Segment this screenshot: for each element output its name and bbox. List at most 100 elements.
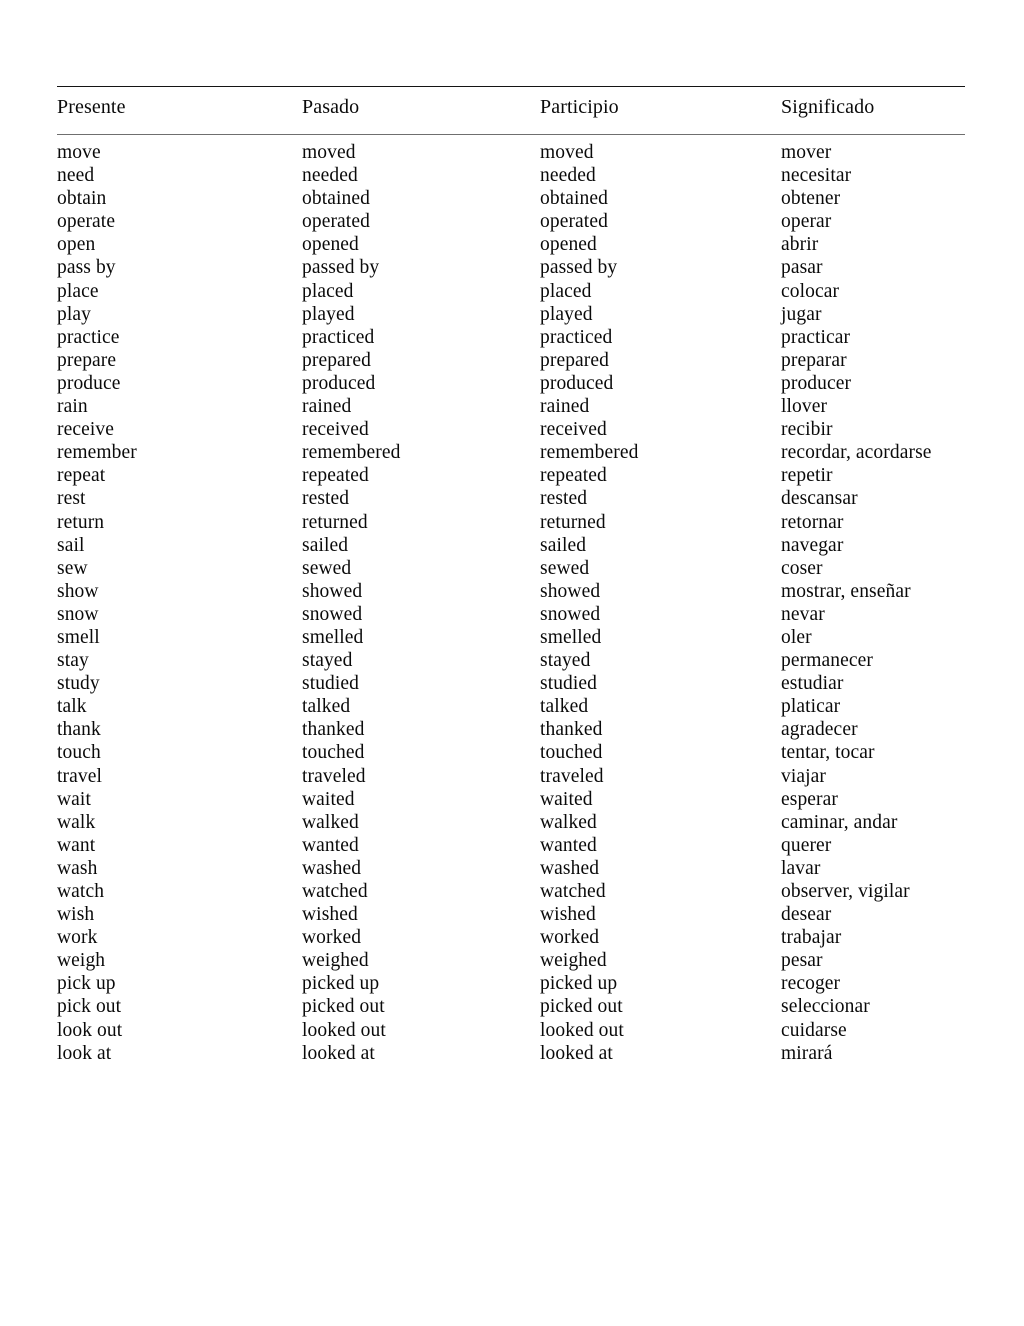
verb-meaning: oler [781,626,812,648]
verb-present: remember [57,442,137,464]
verb-present: obtain [57,188,107,210]
table-row: return returned returned retornar [57,511,965,534]
verb-past: returned [302,511,368,533]
verb-participle: worked [540,927,600,949]
verb-meaning: mirará [781,1042,833,1064]
table-row: show showed showed mostrar, enseñar [57,580,965,603]
verb-meaning: recoger [781,973,841,995]
table-row: play played played jugar [57,303,965,326]
table-row: talk talked talked platicar [57,695,965,718]
verb-meaning: seleccionar [781,996,870,1018]
verb-present: touch [57,742,101,764]
table-header-row: Presente Pasado Participio Significado [57,87,965,134]
verb-present: smell [57,626,100,648]
verb-participle: rested [540,488,588,510]
verb-meaning: querer [781,834,832,856]
verb-past: snowed [302,603,363,625]
table-row: rest rested rested descansar [57,487,965,510]
verb-meaning: caminar, andar [781,811,898,833]
verb-past: sewed [302,557,352,579]
verb-present: walk [57,811,96,833]
verb-present: look out [57,1019,123,1041]
verb-present: open [57,234,96,256]
verb-meaning: practicar [781,326,851,348]
verb-present: place [57,280,99,302]
verb-past: produced [302,372,376,394]
verb-present: repeat [57,465,106,487]
verb-participle: snowed [540,603,601,625]
verb-present: rain [57,396,88,418]
verb-present: need [57,165,95,187]
verb-present: talk [57,696,87,718]
verb-present: snow [57,603,99,625]
verb-past: watched [302,881,368,902]
table-row: study studied studied estudiar [57,672,965,695]
verb-participle: moved [540,142,594,163]
verb-participle: stayed [540,650,591,672]
table-row: obtain obtained obtained obtener [57,187,965,210]
verb-present: produce [57,372,121,394]
verb-participle: repeated [540,465,607,487]
verb-present: travel [57,765,102,787]
verb-participle: smelled [540,626,602,648]
verb-participle: obtained [540,188,608,210]
verb-meaning: colocar [781,280,840,302]
verb-meaning: producer [781,372,852,394]
verb-meaning: recibir [781,419,833,441]
verb-participle: remembered [540,442,639,464]
table-row: watch watched watched observer, vigilar [57,880,965,903]
table-row: produce produced produced producer [57,372,965,395]
verb-participle: practiced [540,326,613,348]
column-header-pasado: Pasado [302,96,360,118]
verb-past: touched [302,742,365,764]
verb-present: look at [57,1042,112,1064]
verb-past: waited [302,788,355,810]
verb-participle: received [540,419,607,441]
verb-meaning: estudiar [781,673,844,695]
document-page: Presente Pasado Participio Significado m… [0,0,1024,1326]
verb-past: washed [302,857,362,879]
verb-participle: produced [540,372,614,394]
verb-past: studied [302,673,360,695]
verb-meaning: cuidarse [781,1019,847,1041]
verb-past: opened [302,234,359,256]
table-row: wash washed washed lavar [57,857,965,880]
verb-present: rest [57,488,86,510]
verb-present: sail [57,534,85,556]
verb-past: obtained [302,188,370,210]
verb-participle: wished [540,904,596,926]
verb-meaning: llover [781,396,828,418]
verb-past: moved [302,142,356,163]
table-row: prepare prepared prepared preparar [57,349,965,372]
verb-past: stayed [302,650,353,672]
verb-present: receive [57,419,114,441]
verb-participle: needed [540,165,596,187]
verb-present: return [57,511,105,533]
verb-participle: weighed [540,950,607,972]
verb-meaning: platicar [781,696,841,718]
verb-past: received [302,419,369,441]
table-row: thank thanked thanked agradecer [57,718,965,741]
verb-present: thank [57,719,101,741]
verb-participle: washed [540,857,600,879]
table-row: look at looked at looked at mirará [57,1042,965,1065]
verb-meaning: obtener [781,188,841,210]
verb-past: sailed [302,534,349,556]
verb-present: wash [57,857,98,879]
table-row: work worked worked trabajar [57,926,965,949]
verb-meaning: viajar [781,765,826,787]
verb-participle: walked [540,811,597,833]
table-row: smell smelled smelled oler [57,626,965,649]
verb-participle: prepared [540,349,610,371]
verb-meaning: necesitar [781,165,852,187]
verb-past: worked [302,927,362,949]
verb-past: looked out [302,1019,386,1041]
verb-present: study [57,673,100,695]
verb-past: walked [302,811,359,833]
table-row: rain rained rained llover [57,395,965,418]
verb-participle: wanted [540,834,597,856]
verb-participle: studied [540,673,598,695]
verb-participle: waited [540,788,593,810]
verb-meaning: mostrar, enseñar [781,580,911,602]
verb-past: operated [302,211,370,233]
